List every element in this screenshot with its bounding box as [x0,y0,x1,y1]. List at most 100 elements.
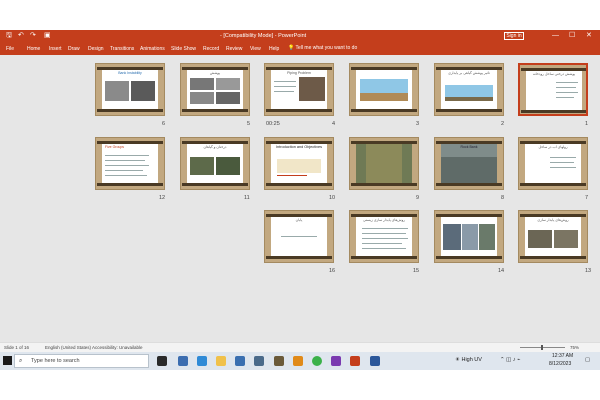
tab-design[interactable]: Design [88,46,104,52]
language-status[interactable]: English (United States) [45,345,91,351]
chrome-icon[interactable] [312,356,322,366]
slide-thumb-9[interactable] [349,137,419,190]
redo-icon[interactable]: ↷ [30,32,36,40]
mail-icon[interactable] [235,356,245,366]
vlc-icon[interactable] [293,356,303,366]
start-from-beginning-icon[interactable]: ▣ [44,32,51,40]
system-tray-icons[interactable]: ⌃ ◫ ♪ ⌁ [500,356,520,364]
zoom-level[interactable]: 75% [570,345,579,351]
slide-thumb-4[interactable]: Piping Problem [264,63,334,116]
accessibility-status[interactable]: Accessibility: Unavailable [92,345,143,351]
lightbulb-icon: 💡 [288,45,296,51]
app-icon[interactable] [274,356,284,366]
close-button[interactable]: ✕ [586,31,592,40]
slide-timing: 00:25 [266,121,280,127]
tab-insert[interactable]: Insert [49,46,62,52]
zoom-slider-knob[interactable] [541,345,543,350]
app-icon[interactable] [331,356,341,366]
windows-start-icon[interactable] [3,356,12,365]
slide-thumb-5[interactable]: پوشش [180,63,250,116]
search-placeholder: Type here to search [31,358,80,364]
slide-title: روش‌های پایدار سازی [537,218,569,222]
file-explorer-icon[interactable] [216,356,226,366]
taskbar-search[interactable]: ⌕ Type here to search [14,354,149,368]
task-view-icon[interactable] [157,356,167,366]
slide-count-status: Slide 1 of 16 [4,345,30,350]
tab-record[interactable]: Record [203,46,219,52]
slide-number: 11 [244,195,250,201]
slide-thumb-3[interactable] [349,63,419,116]
tab-animations[interactable]: Animations [140,46,165,52]
tab-view[interactable]: View [250,46,261,52]
slide-title: Piping Problem [287,71,311,75]
widgets-icon[interactable] [178,356,188,366]
slide-number: 2 [501,121,505,127]
slide-number: 14 [498,268,505,274]
slide-title: Five Groups [105,145,125,149]
photos-icon[interactable] [254,356,264,366]
slide-thumb-11[interactable]: درختان و گیاهان [180,137,250,190]
title-bar: 🖫 ↶ ↷ ▣ - [Compatibility Mode] - PowerPo… [0,30,600,42]
slide-title: تاثیر پوشش گیاهی بر پایداری [448,71,490,75]
clock-date[interactable]: 8/12/2023 [549,361,571,367]
maximize-button[interactable]: ☐ [569,31,575,40]
tab-file[interactable]: File [6,46,14,52]
slide-number: 4 [332,121,336,127]
slide-number: 9 [416,195,420,201]
slide-number: 1 [585,121,589,127]
slide-title: پوشش درختی ساحل رودخانه [532,72,576,76]
slide-thumb-15[interactable]: روش‌های پایدار سازی زیستی [349,210,419,263]
ribbon-tabs: File Home Insert Draw Design Transitions… [0,42,600,55]
slide-title: Rock Bank [460,145,478,149]
tab-draw[interactable]: Draw [68,46,80,52]
slide-thumb-6[interactable]: Bank Instability [95,63,165,116]
clock-time[interactable]: 12:37 AM [552,353,573,359]
window-title: - [Compatibility Mode] - PowerPoint [220,33,307,39]
tab-home[interactable]: Home [27,46,40,52]
slide-number: 3 [416,121,420,127]
tab-transitions[interactable]: Transitions [110,46,134,52]
slide-title: روش‌های پایدار سازی زیستی [363,218,405,222]
notification-icon[interactable]: ▢ [585,356,590,364]
tell-me-text: Tell me what you want to do [295,45,358,51]
save-icon[interactable]: 🖫 [6,32,12,40]
status-bar: Slide 1 of 16 English (United States) Ac… [0,342,600,352]
slide-number: 16 [329,268,336,274]
slide-number: 15 [413,268,420,274]
weather-text: High UV [461,357,482,363]
slide-thumb-10[interactable]: Introduction and Objectives [264,137,334,190]
slide-thumb-2[interactable]: تاثیر پوشش گیاهی بر پایداری [434,63,504,116]
slide-title: پوشش [209,71,221,75]
taskbar: ⌕ Type here to search ☀ High UV ⌃ ◫ ♪ ⌁ … [0,352,600,370]
slide-thumb-8[interactable]: Rock Bank [434,137,504,190]
tab-slide-show[interactable]: Slide Show [171,46,196,52]
slide-thumb-7[interactable]: رولهای آب در ساحل [518,137,588,190]
slide-number: 13 [585,268,592,274]
sign-in-button[interactable]: Sign in [504,32,524,40]
tab-help[interactable]: Help [269,46,279,52]
slide-number: 10 [329,195,336,201]
slide-title: درختان و گیاهان [203,145,227,149]
slide-thumb-14[interactable] [434,210,504,263]
slide-sorter: پوشش درختی ساحل رودخانه 1 تاثیر پوشش گیا… [0,55,600,342]
weather-widget[interactable]: ☀ High UV [455,356,482,364]
slide-number: 12 [159,195,166,201]
slide-thumb-12[interactable]: Five Groups [95,137,165,190]
slide-number: 8 [501,195,505,201]
undo-icon[interactable]: ↶ [18,32,24,40]
search-icon: ⌕ [19,358,23,364]
powerpoint-icon[interactable] [350,356,360,366]
slide-title: Bank Instability [118,71,142,75]
minimize-button[interactable]: — [552,31,559,40]
edge-icon[interactable] [197,356,207,366]
slide-thumb-1[interactable]: پوشش درختی ساحل رودخانه [518,63,588,116]
slide-number: 7 [585,195,589,201]
slide-thumb-16[interactable]: پایان [264,210,334,263]
slide-thumb-13[interactable]: روش‌های پایدار سازی [518,210,588,263]
word-icon[interactable] [370,356,380,366]
slide-number: 5 [247,121,251,127]
tell-me-box[interactable]: 💡 Tell me what you want to do [288,45,357,52]
slide-title: Introduction and Objectives [275,145,322,149]
slide-title: پایان [295,218,303,222]
tab-review[interactable]: Review [226,46,242,52]
